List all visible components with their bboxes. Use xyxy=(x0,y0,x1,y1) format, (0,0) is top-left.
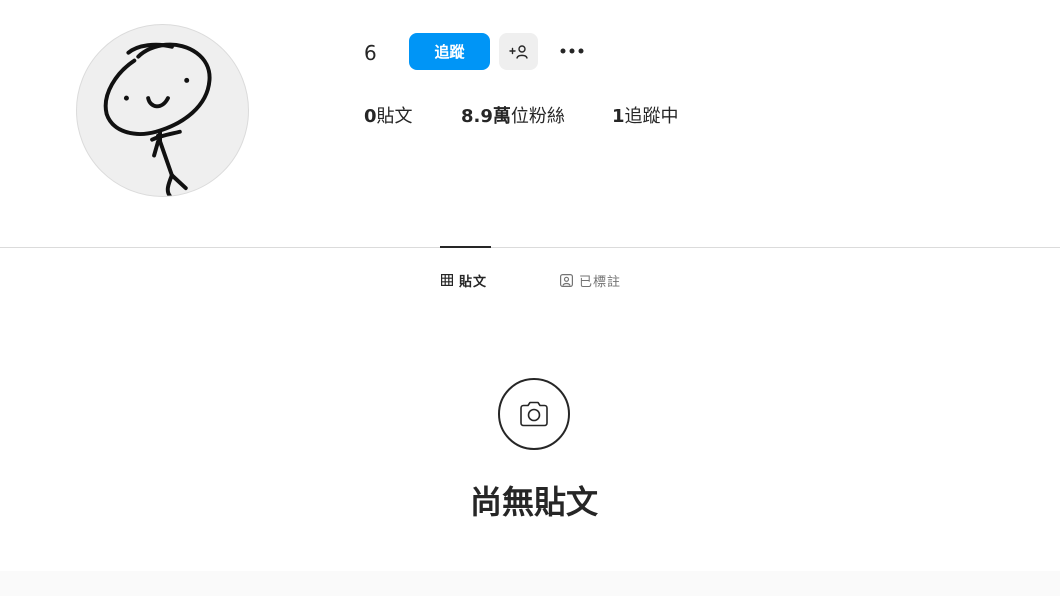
tab-tagged[interactable]: 已標註 xyxy=(560,270,621,290)
follow-button[interactable]: 追蹤 xyxy=(409,33,490,70)
more-options-button[interactable] xyxy=(555,36,589,66)
tab-posts-label: 貼文 xyxy=(459,274,488,290)
profile-stats: 0貼文 8.9萬位粉絲 1追蹤中 xyxy=(364,104,679,130)
empty-state-message: 尚無貼文 xyxy=(469,483,598,521)
active-tab-indicator xyxy=(440,246,491,248)
grid-icon xyxy=(441,274,453,286)
profile-page: 6 追蹤 0貼文 8.9萬位粉絲 1追蹤中 貼文 已標註 尚無貼文 xyxy=(0,0,1060,596)
tagged-icon xyxy=(560,273,573,287)
avatar[interactable] xyxy=(76,24,249,197)
posts-stat: 0貼文 xyxy=(364,104,461,130)
following-stat[interactable]: 1追蹤中 xyxy=(612,104,679,130)
tab-tagged-label: 已標註 xyxy=(579,274,622,290)
suggested-accounts-button[interactable] xyxy=(499,33,538,70)
add-person-icon xyxy=(508,44,528,59)
tab-posts[interactable]: 貼文 xyxy=(441,270,487,290)
posts-label: 貼文 xyxy=(376,106,413,127)
more-horizontal-icon xyxy=(560,48,584,54)
profile-username: 6 xyxy=(364,41,377,65)
followers-stat[interactable]: 8.9萬位粉絲 xyxy=(461,104,612,130)
posts-count: 0 xyxy=(364,106,377,127)
followers-count: 8.9萬 xyxy=(461,106,511,127)
followers-label: 位粉絲 xyxy=(510,106,565,127)
following-count: 1 xyxy=(612,106,625,127)
empty-state-icon-circle xyxy=(498,378,570,450)
camera-icon xyxy=(520,401,548,427)
stick-figure-drawing xyxy=(103,42,212,196)
following-label: 追蹤中 xyxy=(624,106,679,127)
tabs-divider xyxy=(0,247,1060,248)
footer-band xyxy=(0,571,1060,596)
